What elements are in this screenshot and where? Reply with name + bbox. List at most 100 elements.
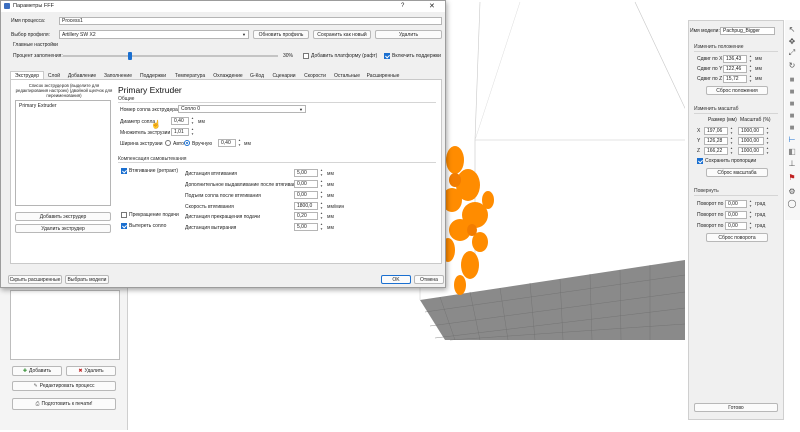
extrusion-mult-input[interactable]: 1,01 [171, 128, 189, 136]
scale-x-input[interactable]: 1000,00 [738, 127, 764, 135]
remove-extruder-button[interactable]: Удалить экструдер [15, 224, 111, 233]
size-x-input[interactable]: 197,06 [704, 127, 728, 135]
retract-speed-spinner[interactable]: ▲ ▼ [319, 202, 324, 210]
retract-label: Втягивание (ретракт) [129, 168, 178, 174]
rot-y-spinner[interactable]: ▲ ▼ [748, 211, 753, 219]
select-icon[interactable]: ↖ [787, 24, 797, 34]
model-name-input[interactable]: Pachpug_Bigger [720, 27, 775, 35]
update-profile-button[interactable]: Обновить профиль [253, 30, 309, 39]
help-button[interactable]: ? [401, 3, 404, 9]
profile-select[interactable]: Artillery SW X2 ▼ [59, 30, 249, 39]
shift-x-spinner[interactable]: ▲ ▼ [748, 55, 753, 63]
dialog-app-icon [4, 3, 10, 9]
add-extruder-button[interactable]: Добавить экструдер [15, 212, 111, 221]
auto-width-radio[interactable] [165, 140, 171, 146]
circle-icon[interactable]: ◯ [787, 198, 797, 208]
view-front-icon[interactable]: ■ [787, 86, 797, 96]
retract-checkbox[interactable] [121, 168, 127, 174]
extruder-list[interactable]: Primary Extruder [15, 100, 111, 206]
keep-proportions-checkbox[interactable] [697, 158, 703, 164]
retract-distance-input[interactable]: 5,00 [294, 169, 318, 177]
retract-speed-input[interactable]: 1800,0 [294, 202, 318, 210]
infill-slider[interactable] [63, 52, 278, 60]
shift-y-spinner[interactable]: ▲ ▼ [748, 65, 753, 73]
extrusion-mult-spinner[interactable]: ▲ ▼ [190, 128, 195, 136]
scale-icon[interactable]: ⤢ [787, 48, 797, 58]
rot-y-input[interactable]: 0,00 [725, 211, 747, 219]
size-z-spinner[interactable]: ▲ ▼ [729, 147, 734, 155]
flag-icon[interactable]: ⚑ [787, 172, 797, 182]
measure-icon[interactable]: ⊢ [787, 134, 797, 144]
process-list[interactable] [10, 290, 120, 360]
coast-checkbox[interactable] [121, 212, 127, 218]
reset-scale-button[interactable]: Сброс масштаба [706, 168, 768, 177]
extruder-list-caption: Список экструдеров (выделите для редакти… [15, 83, 113, 98]
select-models-button[interactable]: Выбрать модели [65, 275, 109, 284]
lift-input[interactable]: 0,00 [294, 191, 318, 199]
ok-button[interactable]: OK [381, 275, 411, 284]
manual-width-radio[interactable] [184, 140, 190, 146]
extrusion-width-spinner[interactable]: ▲ ▼ [237, 139, 242, 147]
close-icon[interactable]: ✕ [429, 2, 435, 10]
gear-icon[interactable]: ⚙ [787, 186, 797, 196]
raft-checkbox[interactable] [303, 53, 309, 59]
scale-z-input[interactable]: 1000,00 [738, 147, 764, 155]
scale-z-spinner[interactable]: ▲ ▼ [765, 147, 770, 155]
add-process-button[interactable]: ✚ Добавить [12, 366, 62, 376]
extrusion-width-input[interactable]: 0,40 [218, 139, 236, 147]
wipe-distance-spinner[interactable]: ▲ ▼ [319, 223, 324, 231]
scale-y-spinner[interactable]: ▲ ▼ [765, 137, 770, 145]
rot-z-spinner[interactable]: ▲ ▼ [748, 222, 753, 230]
delete-process-button[interactable]: ✖ Удалить [66, 366, 116, 376]
nozzle-number-select[interactable]: Сопло 0 ▼ [178, 105, 306, 113]
rotate-icon[interactable]: ↻ [787, 60, 797, 70]
rot-z-input[interactable]: 0,00 [725, 222, 747, 230]
supports-checkbox[interactable] [384, 53, 390, 59]
edit-process-button[interactable]: ✎ Редактировать процесс [12, 381, 116, 391]
shift-z-spinner[interactable]: ▲ ▼ [748, 75, 753, 83]
reset-position-button[interactable]: Сброс положения [706, 86, 768, 95]
size-header: Размер (мм) [708, 117, 737, 123]
extra-restart-spinner[interactable]: ▲ ▼ [319, 180, 324, 188]
cross-section-icon[interactable]: ◧ [787, 146, 797, 156]
coast-distance-spinner[interactable]: ▲ ▼ [319, 212, 324, 220]
delete-profile-button[interactable]: Удалить [375, 30, 442, 39]
extruder-list-item[interactable]: Primary Extruder [16, 101, 110, 111]
size-y-spinner[interactable]: ▲ ▼ [729, 137, 734, 145]
edit-icon: ✎ [33, 383, 38, 389]
layer-icon[interactable]: ⊥ [787, 158, 797, 168]
rot-x-spinner[interactable]: ▲ ▼ [748, 200, 753, 208]
lift-spinner[interactable]: ▲ ▼ [319, 191, 324, 199]
move-icon[interactable]: ✥ [787, 36, 797, 46]
cube-icon[interactable]: ■ [787, 74, 797, 84]
printer-icon: ⎙ [35, 401, 40, 407]
size-z-input[interactable]: 166,22 [704, 147, 728, 155]
rot-x-input[interactable]: 0,00 [725, 200, 747, 208]
nozzle-diameter-spinner[interactable]: ▲ ▼ [190, 117, 195, 125]
infill-slider-handle[interactable] [127, 52, 132, 60]
shift-x-input[interactable]: 136,43 [723, 55, 747, 63]
scale-x-spinner[interactable]: ▲ ▼ [765, 127, 770, 135]
hide-advanced-button[interactable]: Скрыть расширенные [8, 275, 62, 284]
shift-z-input[interactable]: 15,72 [723, 75, 747, 83]
prepare-print-button[interactable]: ⎙ Подготовить к печати! [12, 398, 116, 410]
size-x-spinner[interactable]: ▲ ▼ [729, 127, 734, 135]
done-button[interactable]: Готово [694, 403, 778, 412]
retract-distance-spinner[interactable]: ▲ ▼ [319, 169, 324, 177]
size-y-input[interactable]: 126,28 [704, 137, 728, 145]
nozzle-diameter-input[interactable]: 0,40 [171, 117, 189, 125]
cancel-button[interactable]: Отмена [414, 275, 444, 284]
shift-z-label: Сдвиг по Z [697, 76, 723, 82]
coast-distance-input[interactable]: 0,20 [294, 212, 318, 220]
save-as-new-button[interactable]: Сохранить как новый [313, 30, 371, 39]
wipe-checkbox[interactable] [121, 223, 127, 229]
wipe-distance-input[interactable]: 5,00 [294, 223, 318, 231]
reset-rotation-button[interactable]: Сброс поворота [706, 233, 768, 242]
view-left-icon[interactable]: ■ [787, 110, 797, 120]
scale-y-input[interactable]: 1000,00 [738, 137, 764, 145]
view-right-icon[interactable]: ■ [787, 122, 797, 132]
view-back-icon[interactable]: ■ [787, 98, 797, 108]
process-name-input[interactable]: Process1 [59, 17, 442, 25]
shift-y-input[interactable]: 122,46 [723, 65, 747, 73]
extra-restart-input[interactable]: 0,00 [294, 180, 318, 188]
